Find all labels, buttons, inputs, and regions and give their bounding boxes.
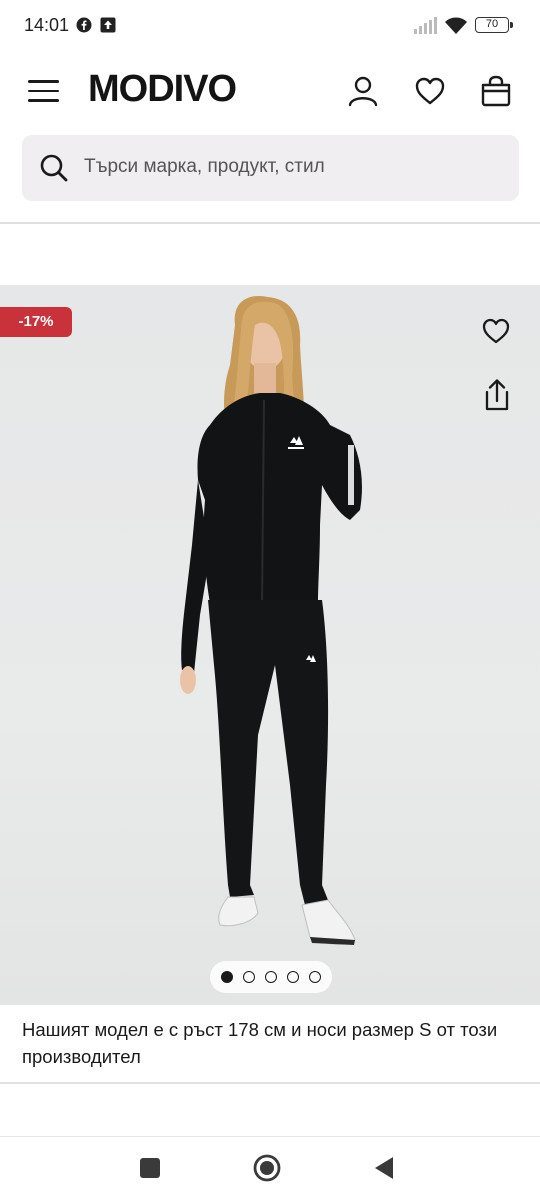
- signal-icon: [414, 17, 437, 34]
- bag-icon[interactable]: [479, 74, 513, 108]
- gallery-dot[interactable]: [221, 971, 233, 983]
- divider: [0, 1082, 540, 1084]
- search-placeholder: Търси марка, продукт, стил: [84, 156, 325, 177]
- heart-icon[interactable]: [413, 74, 447, 108]
- product-image[interactable]: -17%: [0, 285, 540, 1005]
- system-nav-bar: [0, 1136, 540, 1200]
- search-input[interactable]: Търси марка, продукт, стил: [22, 135, 519, 201]
- status-time: 14:01: [24, 15, 70, 35]
- back-icon[interactable]: [367, 1151, 401, 1185]
- share-icon[interactable]: [481, 378, 513, 412]
- top-header: MODIVO: [0, 58, 540, 124]
- divider: [0, 222, 540, 224]
- heart-icon[interactable]: [480, 315, 512, 347]
- gallery-dot[interactable]: [265, 971, 277, 983]
- gallery-dot[interactable]: [309, 971, 321, 983]
- user-icon[interactable]: [346, 74, 380, 108]
- model-size-caption: Нашият модел е с ръст 178 см и носи разм…: [22, 1019, 498, 1067]
- gallery-pagination: [210, 961, 332, 993]
- home-icon[interactable]: [250, 1151, 284, 1185]
- upload-icon: [100, 17, 116, 33]
- battery-icon: 70: [475, 17, 513, 33]
- gallery-dot[interactable]: [243, 971, 255, 983]
- logo[interactable]: MODIVO: [88, 68, 237, 111]
- menu-icon[interactable]: [28, 80, 59, 102]
- battery-level: 70: [485, 18, 499, 30]
- recents-icon[interactable]: [133, 1151, 167, 1185]
- gallery-dot[interactable]: [287, 971, 299, 983]
- wifi-icon: [445, 17, 467, 34]
- status-bar: 14:01 70: [0, 0, 540, 52]
- facebook-icon: [76, 17, 92, 33]
- search-icon: [40, 154, 68, 182]
- discount-badge: -17%: [0, 307, 72, 337]
- product-photo: [180, 295, 362, 945]
